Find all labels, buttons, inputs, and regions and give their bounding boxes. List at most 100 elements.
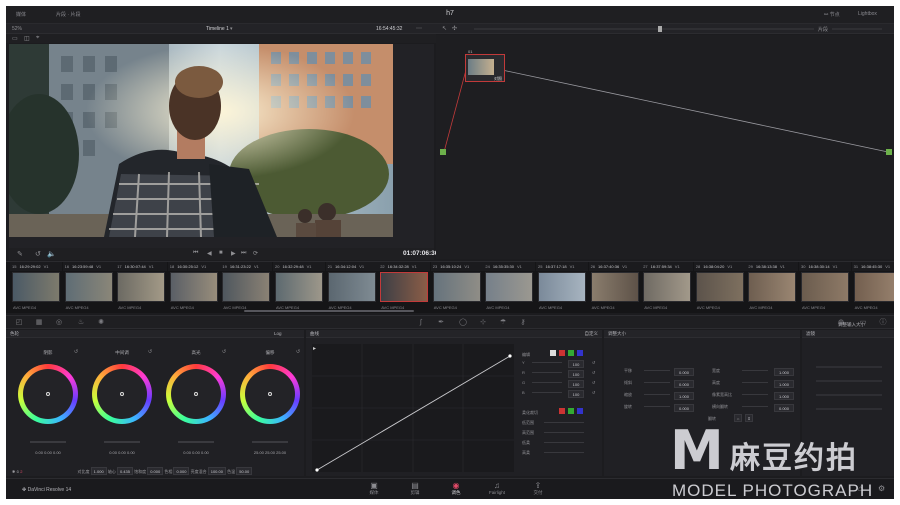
wheel-center-handle[interactable]	[268, 392, 272, 396]
sizing-slider[interactable]	[742, 370, 768, 371]
color-wheel[interactable]	[166, 364, 226, 424]
lum-mix-field[interactable]: 100.00	[207, 467, 226, 475]
sizing-value[interactable]: 1.000	[774, 392, 794, 400]
clip-thumbnail[interactable]: 25 16:37:17:18 V1 AVC MPEG4	[536, 262, 588, 314]
wheel-master-slider[interactable]	[252, 441, 288, 443]
clip-thumbnail[interactable]: 28 16:38:04:20 V1 AVC MPEG4	[693, 262, 746, 314]
soft-g-button[interactable]	[568, 408, 574, 414]
node-editor[interactable]: 01 对照	[436, 35, 894, 259]
sizing-slider[interactable]	[644, 394, 670, 395]
info-circle-icon[interactable]: ⓘ	[878, 318, 888, 328]
corrector-node[interactable]: 01 对照	[465, 49, 505, 82]
hue-field[interactable]: 0.000	[173, 467, 190, 475]
temp-field[interactable]: 50.00	[236, 467, 253, 475]
wheel-center-handle[interactable]	[46, 392, 50, 396]
loop-icon[interactable]: ↺	[35, 250, 41, 258]
play-icon[interactable]: ▶	[231, 250, 236, 257]
wheel-reset-icon[interactable]: ↺	[148, 349, 152, 355]
clip-thumbnail[interactable]: 26 16:37:40:36 V1 AVC MPEG4	[588, 262, 641, 314]
soft-r-button[interactable]	[559, 408, 565, 414]
curve-mode[interactable]: 自定义	[585, 331, 599, 336]
color-wheel[interactable]	[240, 364, 300, 424]
window-icon[interactable]: ◯	[458, 318, 468, 328]
image-wipe-icon[interactable]: ▭	[12, 35, 18, 42]
timeline-scrubber[interactable]	[474, 28, 814, 30]
page-tab[interactable]: ▤ 剪辑	[395, 481, 435, 496]
wheel-master-slider[interactable]	[178, 441, 214, 443]
tracker-icon[interactable]: ⊹	[478, 318, 488, 328]
page-tab[interactable]: ▣ 媒体	[354, 481, 394, 496]
soft-clip-slider[interactable]	[544, 442, 584, 443]
pencil-icon[interactable]: ✎	[17, 250, 23, 258]
split-icon[interactable]: ◫	[24, 35, 30, 42]
clip-thumbnail[interactable]: 18 16:30:25:12 V1 AVC MPEG4	[167, 262, 220, 314]
stop-icon[interactable]: ■	[219, 250, 223, 256]
pivot-field[interactable]: 0.435	[116, 467, 133, 475]
curves-tool-icon[interactable]: ∫	[416, 318, 426, 328]
clip-thumbnail[interactable]: 23 16:35:10:24 V1 AVC MPEG4	[430, 262, 483, 314]
sizing-value[interactable]: 1.000	[674, 392, 694, 400]
clip-thumbnail[interactable]: 20 16:32:29:48 V1 AVC MPEG4	[273, 262, 325, 314]
channel-value[interactable]: 100	[568, 380, 584, 388]
flip-v-button[interactable]: ⇕	[745, 414, 753, 422]
channel-y-button[interactable]	[550, 350, 556, 356]
channel-slider[interactable]	[532, 392, 562, 393]
page-tab[interactable]: ♫ Fairlight	[477, 481, 517, 495]
pointer-icon[interactable]: ↖	[442, 25, 447, 32]
page-tab[interactable]: ⇪ 交付	[518, 481, 558, 496]
contrast-field[interactable]: 1.000	[90, 467, 107, 475]
channel-slider[interactable]	[532, 362, 562, 363]
clip-thumbnail[interactable]: 21 16:34:12:04 V1 AVC MPEG4	[325, 262, 378, 314]
skip-back-icon[interactable]: ⏮	[193, 250, 198, 257]
page-number[interactable]: 2	[20, 469, 22, 474]
camera-raw-icon[interactable]: ◰	[14, 318, 24, 328]
zoom-slider[interactable]	[832, 28, 882, 30]
page-tab[interactable]: ◉ 调色	[436, 481, 476, 496]
color-match-icon[interactable]: ▦	[34, 318, 44, 328]
flip-h-button[interactable]: ⇔	[734, 414, 742, 422]
wheel-master-slider[interactable]	[104, 441, 140, 443]
blur-icon[interactable]: ☂	[498, 318, 508, 328]
wheel-reset-icon[interactable]: ↺	[222, 349, 226, 355]
sizing-value[interactable]: 0.000	[674, 368, 694, 376]
channel-reset-icon[interactable]: ↺	[592, 360, 595, 365]
nodes-button[interactable]: ⚯ 节点	[824, 11, 840, 18]
clip-thumbnail[interactable]: 17 16:30:07:44 V1 AVC MPEG4	[115, 262, 168, 314]
sizing-slider[interactable]	[742, 394, 768, 395]
channel-value[interactable]: 100	[568, 370, 584, 378]
clip-thumbnail[interactable]: 31 16:38:45:30 V1 AVC MPEG4	[851, 262, 894, 314]
wheel-reset-icon[interactable]: ↺	[74, 349, 78, 355]
channel-reset-icon[interactable]: ↺	[592, 370, 595, 375]
video-frame[interactable]	[9, 44, 393, 237]
node-mode-label[interactable]: 片段	[818, 26, 828, 33]
curve-graph[interactable]: ▸	[312, 344, 514, 472]
channel-g-button[interactable]	[568, 350, 574, 356]
wheel-reset-icon[interactable]: ↺	[296, 349, 300, 355]
skip-forward-icon[interactable]: ⏭	[241, 250, 246, 257]
timeline-name[interactable]: Timeline 1	[206, 26, 229, 32]
sizing-value[interactable]: 1.000	[774, 380, 794, 388]
wheels-mode[interactable]: Log	[274, 330, 282, 338]
home-icon[interactable]: ⌂	[858, 484, 863, 493]
settings-icon[interactable]: ⚙	[878, 484, 885, 493]
reset-icon[interactable]: ✱ ⦸	[12, 469, 20, 474]
volume-icon[interactable]: 🔈	[47, 250, 56, 258]
soft-clip-slider[interactable]	[544, 452, 584, 453]
cursor-icon[interactable]: ⌖	[36, 35, 39, 42]
input-sizing-label[interactable]: 调整输入大小	[838, 322, 865, 328]
lightbox-button[interactable]: Lightbox	[858, 11, 877, 17]
clip-thumbnail[interactable]: 19 16:31:23:22 V1 AVC MPEG4	[220, 262, 273, 314]
filter-slider-4[interactable]	[816, 408, 882, 410]
channel-reset-icon[interactable]: ↺	[592, 380, 595, 385]
sizing-value[interactable]: 0.000	[774, 404, 794, 412]
sizing-slider[interactable]	[644, 406, 670, 407]
channel-value[interactable]: 100	[568, 390, 584, 398]
sizing-value[interactable]: 0.000	[674, 380, 694, 388]
wheel-master-slider[interactable]	[30, 441, 66, 443]
rgb-mixer-icon[interactable]: ♨	[76, 318, 86, 328]
channel-slider[interactable]	[532, 382, 562, 383]
soft-clip-slider[interactable]	[544, 432, 584, 433]
sizing-value[interactable]: 1.000	[774, 368, 794, 376]
clip-thumbnail[interactable]: 24 16:35:35:30 V1 AVC MPEG4	[483, 262, 536, 314]
input-node-icon[interactable]	[440, 149, 446, 155]
